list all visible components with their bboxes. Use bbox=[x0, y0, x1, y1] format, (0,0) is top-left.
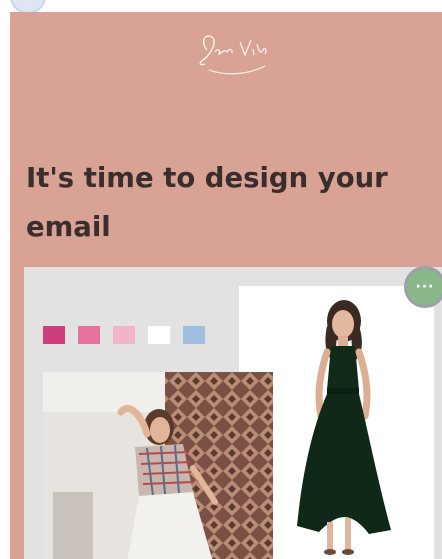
headline: It's time to design your email bbox=[26, 162, 388, 243]
lifestyle-photo[interactable] bbox=[43, 372, 273, 559]
design-preview-card[interactable] bbox=[24, 267, 442, 559]
top-strip bbox=[0, 0, 442, 12]
color-swatch[interactable] bbox=[148, 326, 170, 344]
more-options-button[interactable]: ··· bbox=[404, 266, 442, 308]
color-swatch[interactable] bbox=[183, 326, 205, 344]
email-design-panel: It's time to design your email bbox=[10, 12, 442, 559]
brand-logo bbox=[199, 35, 267, 75]
color-swatch[interactable] bbox=[113, 326, 135, 344]
color-swatch[interactable] bbox=[43, 326, 65, 344]
more-options-icon: ··· bbox=[415, 279, 435, 295]
model-photo-illustration bbox=[43, 372, 273, 559]
color-swatch[interactable] bbox=[78, 326, 100, 344]
